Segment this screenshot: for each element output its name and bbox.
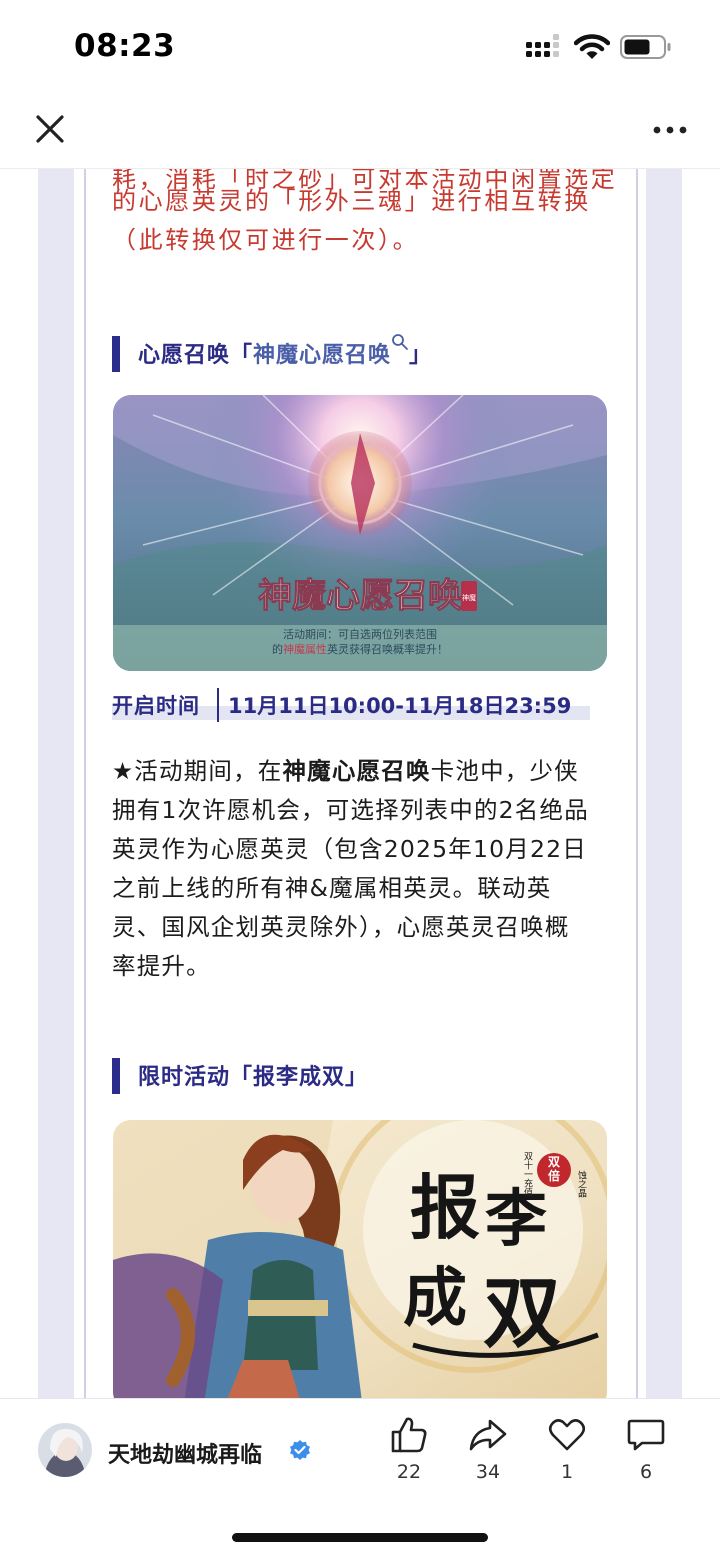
search-icon[interactable]: [391, 333, 409, 351]
author-name[interactable]: 天地劫幽城再临: [108, 1437, 262, 1469]
banner2-title-char: 报: [410, 1166, 480, 1249]
wifi-icon: [574, 34, 610, 59]
like-icon: [391, 1417, 427, 1453]
favorite-button[interactable]: 1: [537, 1415, 597, 1495]
search-keyword-link[interactable]: 神魔心愿召唤: [253, 343, 391, 368]
description-line: 英灵作为心愿英灵（包含2025年10月22日: [112, 835, 588, 863]
home-indicator[interactable]: [232, 1533, 488, 1542]
cellular-signal-icon: [526, 34, 559, 57]
banner-title: 神魔心愿召唤: [258, 576, 462, 616]
share-icon: [469, 1419, 507, 1451]
open-time-row: 开启时间 11月11日10:00-11月18日23:59: [112, 688, 590, 722]
share-button[interactable]: 34: [458, 1415, 518, 1495]
open-time-value: 11月11日10:00-11月18日23:59: [228, 694, 572, 718]
double-event-banner[interactable]: 报 李 成 双 双 倍 双十一充值 蚀之晶: [113, 1120, 607, 1398]
badge-bottom: 倍: [548, 1168, 560, 1183]
close-icon[interactable]: [30, 109, 70, 149]
section-title: 心愿召唤「神魔心愿召唤」: [138, 334, 432, 369]
banner2-side-left: 双十一充值: [522, 1151, 533, 1196]
author-avatar[interactable]: [38, 1423, 92, 1477]
banner2-title-char: 李: [485, 1182, 547, 1255]
badge-top: 双: [548, 1155, 560, 1169]
description-line: 灵、国风企划英灵除外），心愿英灵召唤概: [112, 913, 570, 941]
comment-button[interactable]: 6: [616, 1415, 676, 1495]
avatar-image: [38, 1423, 92, 1477]
wish-summon-artwork: 神魔心愿召唤 神魔 活动期间：可自选两位列表范围 的神魔属性英灵获得召唤概率提升…: [113, 395, 607, 671]
section-title: 限时活动「报李成双」: [138, 1065, 369, 1090]
share-count: 34: [475, 1461, 501, 1483]
banner2-title-char: 双: [483, 1268, 561, 1359]
favorite-count: 1: [560, 1461, 574, 1483]
top-nav: [0, 95, 720, 169]
section-heading-wish-summon: 心愿召唤「神魔心愿召唤」: [112, 334, 582, 374]
more-icon[interactable]: [648, 115, 692, 145]
battery-icon: [620, 35, 671, 59]
bottom-action-bar: 天地劫幽城再临 22 34 1 6: [0, 1398, 720, 1559]
event-description: ★活动期间，在神魔心愿召唤卡池中，少侠 拥有1次许愿机会，可选择列表中的2名绝品…: [112, 752, 612, 986]
red-paragraph-line: （此转换仅可进行一次）。: [112, 226, 420, 254]
like-count: 22: [396, 1461, 422, 1483]
article-content[interactable]: 耗，消耗「时之砂」可对本活动中闲置选定 的心愿英灵的「形外三魂」进行相互转换 （…: [0, 168, 720, 1398]
open-time-label: 开启时间: [112, 694, 200, 718]
verified-icon: [290, 1440, 310, 1460]
heart-icon: [548, 1419, 586, 1451]
description-line: ★活动期间，在神魔心愿召唤卡池中，少侠: [112, 757, 579, 785]
left-margin-panel: [38, 168, 74, 1398]
time-separator: [217, 688, 219, 722]
double-event-artwork: 报 李 成 双 双 倍 双十一充值 蚀之晶: [113, 1120, 607, 1398]
banner2-side-right: 蚀之晶: [576, 1169, 587, 1198]
section-heading-limited-event: 限时活动「报李成双」: [112, 1056, 442, 1096]
section-bar: [112, 1058, 120, 1094]
wish-summon-banner[interactable]: 神魔心愿召唤 神魔 活动期间：可自选两位列表范围 的神魔属性英灵获得召唤概率提升…: [113, 395, 607, 671]
description-line: 拥有1次许愿机会，可选择列表中的2名绝品: [112, 796, 589, 824]
banner2-title-char: 成: [403, 1261, 467, 1336]
status-bar: 08:23: [0, 0, 720, 95]
comment-count: 6: [639, 1461, 653, 1483]
comment-icon: [627, 1419, 665, 1451]
banner-seal: 神魔: [462, 593, 476, 602]
description-line: 之前上线的所有神&魔属相英灵。联动英: [112, 874, 552, 902]
section-bar: [112, 336, 120, 372]
right-margin-panel: [646, 168, 682, 1398]
banner-caption-line1: 活动期间：可自选两位列表范围: [283, 627, 437, 641]
status-time: 08:23: [74, 28, 176, 64]
like-button[interactable]: 22: [379, 1415, 439, 1495]
banner-caption-line2: 的神魔属性英灵获得召唤概率提升！: [272, 642, 448, 656]
red-paragraph-line: 的心愿英灵的「形外三魂」进行相互转换: [112, 187, 591, 215]
description-line: 率提升。: [112, 952, 211, 980]
